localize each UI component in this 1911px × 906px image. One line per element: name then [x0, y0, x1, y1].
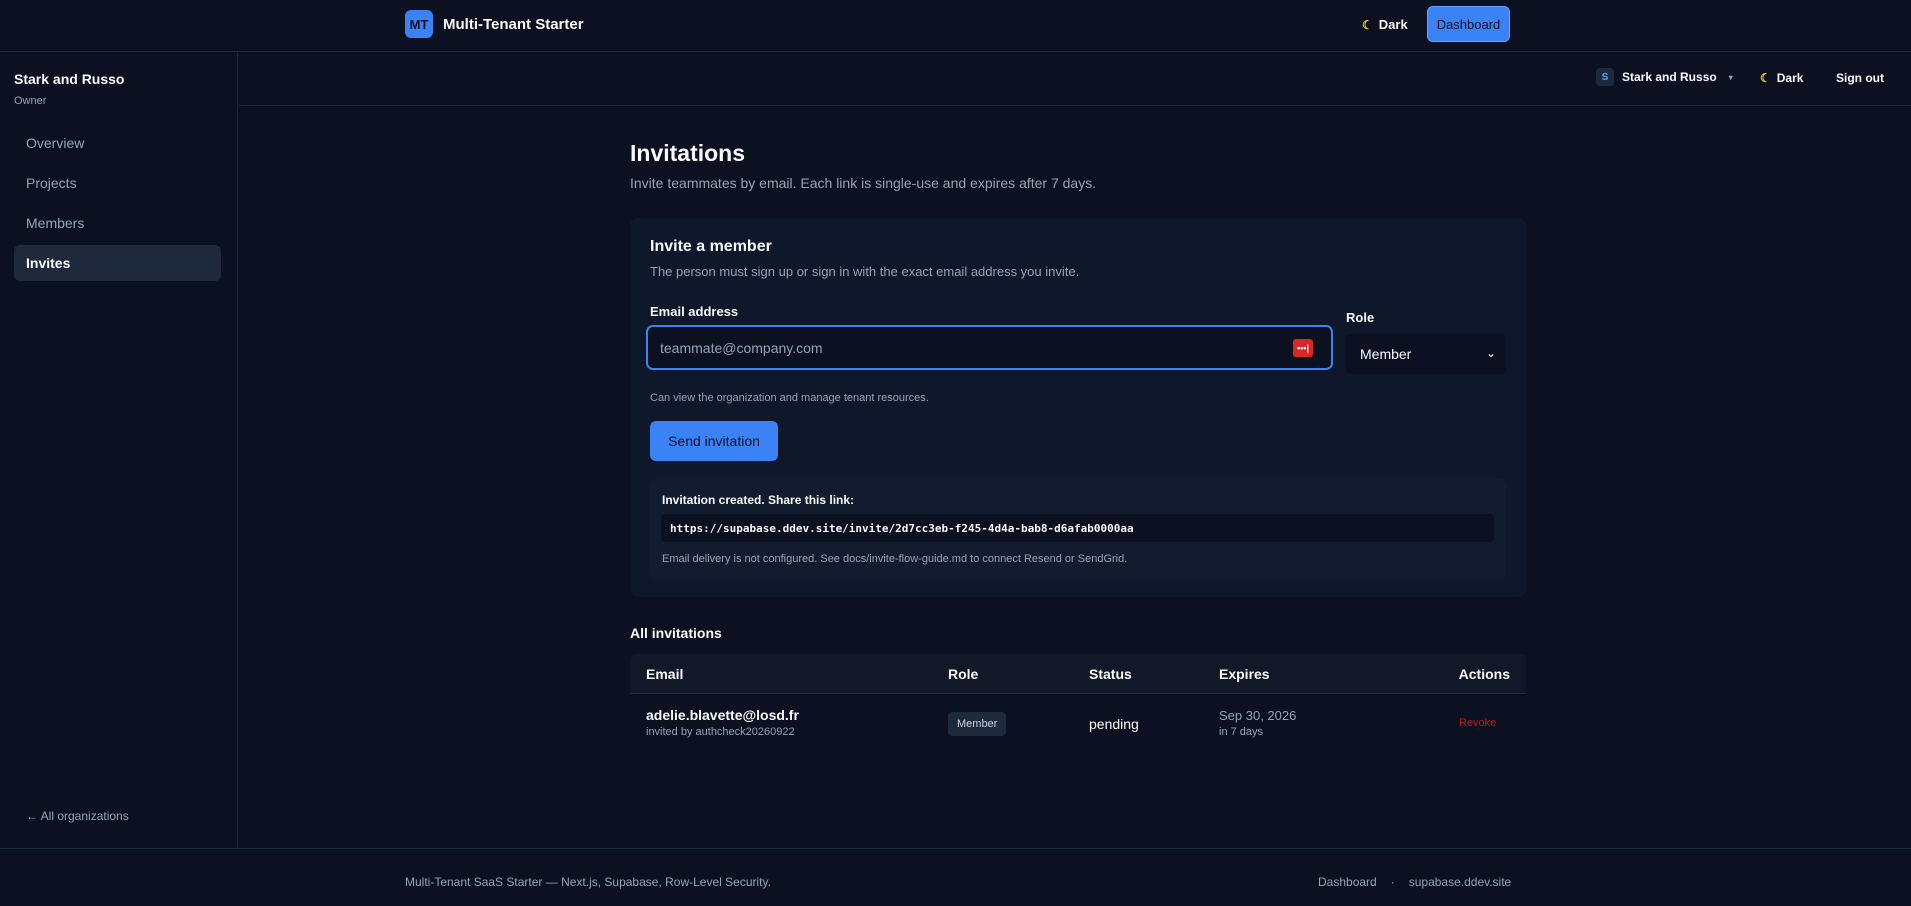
main-content: Invitations Invite teammates by email. E…: [630, 140, 1526, 738]
top-navbar: MT Multi-Tenant Starter ☾ Dark Dashboard: [0, 0, 1911, 52]
email-field[interactable]: teammate@company.com •••|: [646, 325, 1333, 370]
org-switcher-label: Stark and Russo: [1622, 70, 1717, 84]
theme-toggle-label: Dark: [1378, 17, 1408, 32]
notice-title: Invitation created. Share this link:: [662, 493, 855, 507]
role-select[interactable]: Member ⌄: [1346, 334, 1506, 374]
password-manager-icon[interactable]: •••|: [1293, 339, 1313, 357]
org-name: Stark and Russo: [14, 71, 125, 87]
theme-toggle-secondary[interactable]: ☾ Dark: [1760, 71, 1803, 85]
expires-date: Sep 30, 2026: [1219, 708, 1297, 723]
chevron-down-icon: ▾: [1728, 72, 1733, 82]
footer-separator: ·: [1390, 875, 1395, 889]
sidebar-item-members[interactable]: Members: [14, 205, 221, 241]
sidebar-item-overview[interactable]: Overview: [14, 125, 221, 161]
sidebar-nav: Overview Projects Members Invites: [14, 125, 221, 285]
page-title: Invitations: [630, 140, 746, 166]
status-text: pending: [1089, 716, 1139, 732]
footer: Multi-Tenant SaaS Starter — Next.js, Sup…: [0, 848, 1911, 906]
column-header-expires: Expires: [1219, 666, 1270, 682]
notice-footnote: Email delivery is not configured. See do…: [662, 553, 1128, 565]
dashboard-button[interactable]: Dashboard: [1427, 6, 1510, 42]
email-label: Email address: [650, 304, 739, 319]
role-select-value: Member: [1360, 346, 1412, 362]
sidebar-item-invites[interactable]: Invites: [14, 245, 221, 281]
send-invitation-button[interactable]: Send invitation: [650, 421, 778, 461]
invite-card-subtitle: The person must sign up or sign in with …: [650, 264, 1080, 279]
sidebar-item-projects[interactable]: Projects: [14, 165, 221, 201]
footer-link-dashboard[interactable]: Dashboard: [1318, 875, 1377, 889]
chevron-down-icon: ⌄: [1485, 346, 1496, 360]
moon-icon: ☾: [1362, 17, 1373, 32]
revoke-button[interactable]: Revoke: [1459, 717, 1496, 729]
invite-card: Invite a member The person must sign up …: [630, 218, 1526, 597]
invite-link-notice: Invitation created. Share this link: htt…: [650, 479, 1506, 578]
theme-toggle[interactable]: ☾ Dark: [1362, 17, 1408, 32]
column-header-status: Status: [1089, 666, 1132, 682]
invite-link[interactable]: https://supabase.ddev.site/invite/2d7cc3…: [661, 514, 1494, 542]
table-row: adelie.blavette@losd.fr invited by authc…: [630, 694, 1526, 754]
page-subtitle: Invite teammates by email. Each link is …: [630, 175, 1097, 191]
footer-text: Multi-Tenant SaaS Starter — Next.js, Sup…: [405, 875, 771, 889]
invited-by: invited by authcheck20260922: [646, 726, 795, 738]
invite-card-title: Invite a member: [650, 238, 772, 255]
invite-email: adelie.blavette@losd.fr: [646, 707, 799, 723]
email-placeholder: teammate@company.com: [660, 339, 823, 356]
column-header-actions: Actions: [1458, 666, 1510, 682]
brand-logo: MT: [405, 10, 433, 38]
table-header: Email Role Status Expires Actions: [630, 654, 1526, 694]
all-organizations-link[interactable]: ← All organizations: [26, 809, 129, 823]
role-label: Role: [1346, 310, 1375, 325]
role-badge: Member: [948, 712, 1007, 736]
footer-links: Dashboard · supabase.ddev.site: [1318, 875, 1511, 889]
column-header-role: Role: [948, 666, 979, 682]
expires-relative: in 7 days: [1219, 726, 1264, 738]
org-role: Owner: [14, 95, 47, 107]
org-avatar: S: [1596, 68, 1614, 86]
column-header-email: Email: [646, 666, 684, 682]
moon-icon: ☾: [1760, 71, 1771, 85]
all-invitations-title: All invitations: [630, 625, 722, 641]
invitations-table: Email Role Status Expires Actions adelie…: [630, 654, 1526, 754]
sign-out-button[interactable]: Sign out: [1836, 71, 1884, 85]
role-help-text: Can view the organization and manage ten…: [650, 392, 929, 404]
sidebar: Stark and Russo Owner Overview Projects …: [0, 53, 238, 848]
org-header: S Stark and Russo ▾ ☾ Dark Sign out: [239, 53, 1911, 106]
footer-link-site[interactable]: supabase.ddev.site: [1409, 875, 1512, 889]
brand-title: Multi-Tenant Starter: [443, 15, 584, 33]
org-switcher[interactable]: S Stark and Russo ▾: [1596, 68, 1733, 86]
brand[interactable]: MT Multi-Tenant Starter: [405, 10, 584, 38]
theme-toggle-secondary-label: Dark: [1776, 71, 1804, 85]
